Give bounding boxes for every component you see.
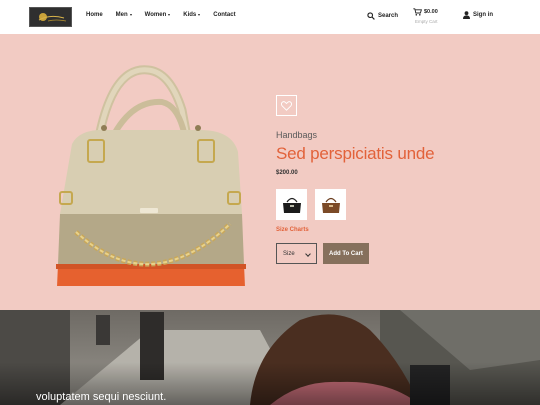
wishlist-button[interactable]: [276, 95, 297, 116]
product-thumbnail-black[interactable]: [276, 189, 307, 220]
product-title: Sed perspiciatis unde: [276, 144, 435, 163]
user-icon: [463, 11, 470, 19]
nav-kids-label: Kids: [183, 12, 197, 18]
size-select-value: Size: [283, 250, 295, 257]
signin-label: Sign in: [473, 12, 493, 18]
cart-icon: [413, 8, 422, 16]
search-icon: [367, 12, 375, 20]
nav-home-label: Home: [86, 12, 103, 18]
add-to-cart-button[interactable]: Add To Cart: [323, 243, 369, 264]
nav-women[interactable]: Women: [145, 12, 171, 18]
product-thumbnail-brown[interactable]: [315, 189, 346, 220]
product-price: $200.00: [276, 170, 298, 176]
brown-bag-thumbnail-icon: [321, 197, 340, 213]
search-label: Search: [378, 13, 399, 19]
cart-status: Empty Cart: [415, 19, 438, 24]
site-header: Home Men Women Kids Contact Search $0.00…: [0, 0, 540, 34]
nav-men[interactable]: Men: [116, 12, 132, 18]
product-image: [56, 65, 246, 286]
nav-men-label: Men: [115, 12, 128, 18]
signin-button[interactable]: Sign in: [463, 11, 493, 19]
search-button[interactable]: Search: [367, 12, 398, 20]
product-section: Handbags Sed perspiciatis unde $200.00 S…: [0, 34, 540, 310]
cart-amount: $0.00: [424, 9, 438, 15]
site-logo[interactable]: [29, 7, 72, 27]
black-bag-thumbnail-icon: [282, 197, 301, 213]
logo-graphic: [30, 8, 71, 26]
chevron-down-icon: [129, 14, 132, 16]
main-nav: Home Men Women Kids Contact: [86, 12, 249, 18]
size-charts-link[interactable]: Size Charts: [276, 227, 309, 233]
chevron-down-icon: [168, 14, 171, 16]
hero-caption: voluptatem sequi nesciunt.: [36, 391, 167, 403]
cart-button[interactable]: $0.00 Empty Cart: [413, 8, 438, 24]
nav-home[interactable]: Home: [86, 12, 103, 18]
chevron-down-icon: [305, 251, 311, 257]
nav-women-label: Women: [144, 12, 167, 18]
chevron-down-icon: [198, 14, 201, 16]
heart-icon: [281, 100, 292, 111]
nav-contact-label: Contact: [213, 12, 236, 18]
product-category: Handbags: [276, 130, 318, 140]
size-select[interactable]: Size: [276, 243, 317, 264]
hero-banner: voluptatem sequi nesciunt.: [0, 310, 540, 405]
nav-kids[interactable]: Kids: [183, 12, 201, 18]
nav-contact[interactable]: Contact: [213, 12, 235, 18]
